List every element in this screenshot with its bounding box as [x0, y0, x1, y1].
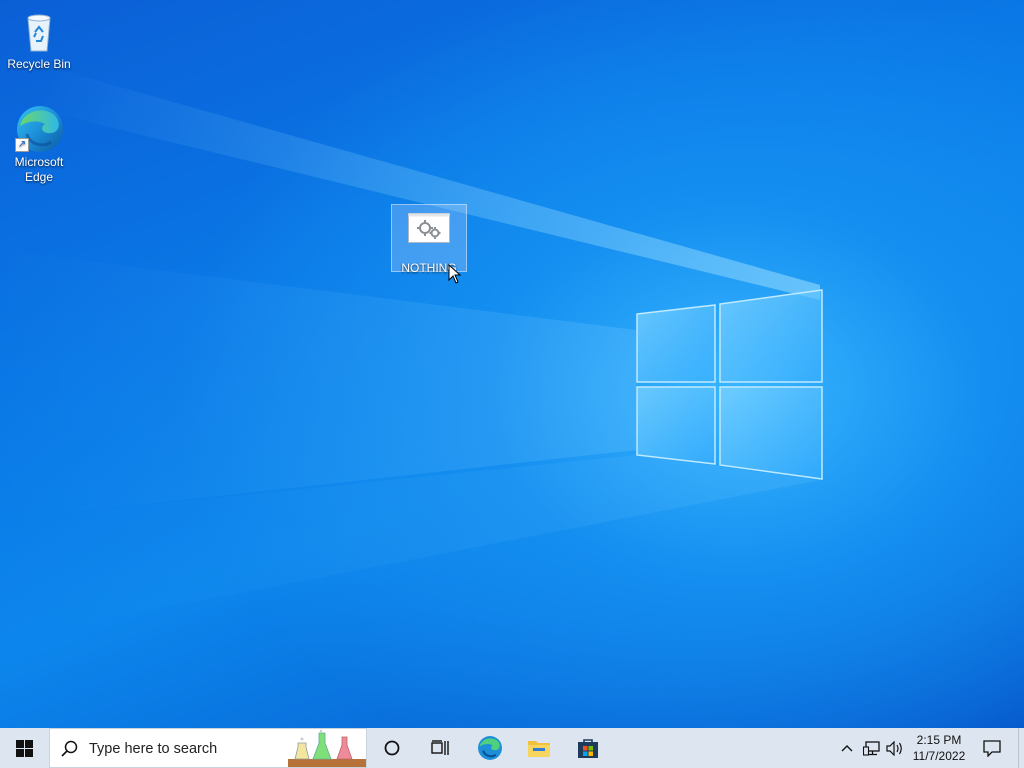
task-view-icon — [431, 740, 449, 755]
notification-icon — [983, 739, 1001, 757]
show-hidden-icons-button[interactable] — [836, 728, 858, 768]
desktop-icon-label: Recycle Bin — [7, 57, 71, 71]
task-view-button[interactable] — [416, 728, 464, 768]
action-center-button[interactable] — [978, 728, 1006, 768]
desktop-icon-label: Microsoft Edge — [14, 155, 64, 184]
volume-button[interactable] — [883, 728, 905, 768]
chevron-up-icon — [841, 745, 853, 752]
taskbar-edge-button[interactable] — [466, 728, 514, 768]
start-button[interactable] — [0, 728, 48, 768]
desktop[interactable]: Recycle Bin ↗ Microsoft Edge NOTHING — [0, 0, 1024, 728]
search-placeholder: Type here to search — [89, 741, 218, 757]
taskbar: Type here to search 2:15 PM 11/7/2022 — [0, 728, 1024, 768]
recycle-bin-icon — [15, 6, 63, 54]
network-button[interactable] — [860, 728, 882, 768]
desktop-icon-nothing[interactable]: NOTHING — [391, 204, 467, 275]
clock-time: 2:15 PM — [916, 733, 962, 747]
cortana-circle-icon — [384, 740, 400, 756]
taskbar-clock[interactable]: 2:15 PM 11/7/2022 — [906, 732, 972, 764]
edge-icon — [478, 736, 502, 760]
mouse-cursor-icon — [448, 264, 462, 284]
settings-gears-icon — [408, 213, 450, 243]
shortcut-arrow-icon: ↗ — [15, 138, 29, 152]
volume-icon — [885, 740, 902, 756]
desktop-icon-recycle-bin[interactable]: Recycle Bin — [1, 6, 77, 72]
show-desktop-button[interactable] — [1018, 728, 1024, 768]
windows-start-icon — [15, 739, 33, 757]
edge-icon: ↗ — [15, 104, 63, 152]
folder-icon — [528, 741, 550, 757]
cortana-button[interactable] — [368, 728, 416, 768]
search-icon — [61, 740, 78, 757]
network-icon — [862, 740, 880, 756]
taskbar-search-box[interactable]: Type here to search — [49, 728, 367, 768]
lab-flasks-icon[interactable] — [288, 729, 366, 767]
taskbar-file-explorer-button[interactable] — [515, 728, 563, 768]
clock-date: 11/7/2022 — [912, 749, 966, 763]
wallpaper-light-beams — [0, 70, 820, 640]
store-icon — [578, 739, 598, 758]
taskbar-store-button[interactable] — [564, 728, 612, 768]
desktop-icon-microsoft-edge[interactable]: ↗ Microsoft Edge — [1, 104, 77, 185]
wallpaper-windows-logo — [636, 289, 823, 480]
